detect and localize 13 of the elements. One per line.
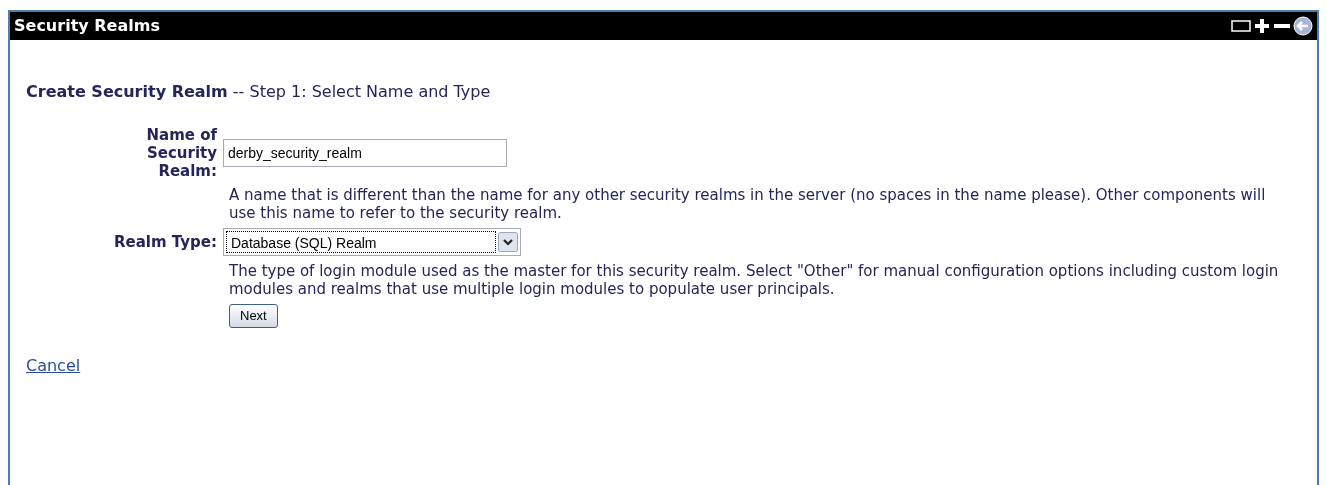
help-text: A name that is different than the name for any other security realms in the server (no spaces in the name please). Other components will use this name to refer to the security realm.: [229, 186, 1267, 222]
page-heading: Create Security Realm -- Step 1: Select Name and Type: [26, 81, 492, 103]
window-title: Security Realms: [14, 15, 161, 37]
name-field[interactable]: derby_security_realm: [223, 139, 507, 167]
chevron-down-icon: [498, 232, 518, 252]
plus-icon[interactable]: [1253, 17, 1271, 35]
maximize-icon[interactable]: [1231, 19, 1251, 33]
field-label: Name of Security Realm:: [145, 126, 217, 180]
cancel-link[interactable]: Cancel: [26, 354, 81, 378]
help-text: The type of login module used as the master for this security realm. Select "Other" for manual configuration options including custom login modules and realms that use multiple login modules to populate user principals.: [229, 262, 1279, 298]
realm-type-dropdown[interactable]: Database (SQL) Realm: [223, 228, 521, 256]
next-button[interactable]: Next: [229, 304, 278, 328]
field-label: Realm Type:: [114, 233, 217, 251]
